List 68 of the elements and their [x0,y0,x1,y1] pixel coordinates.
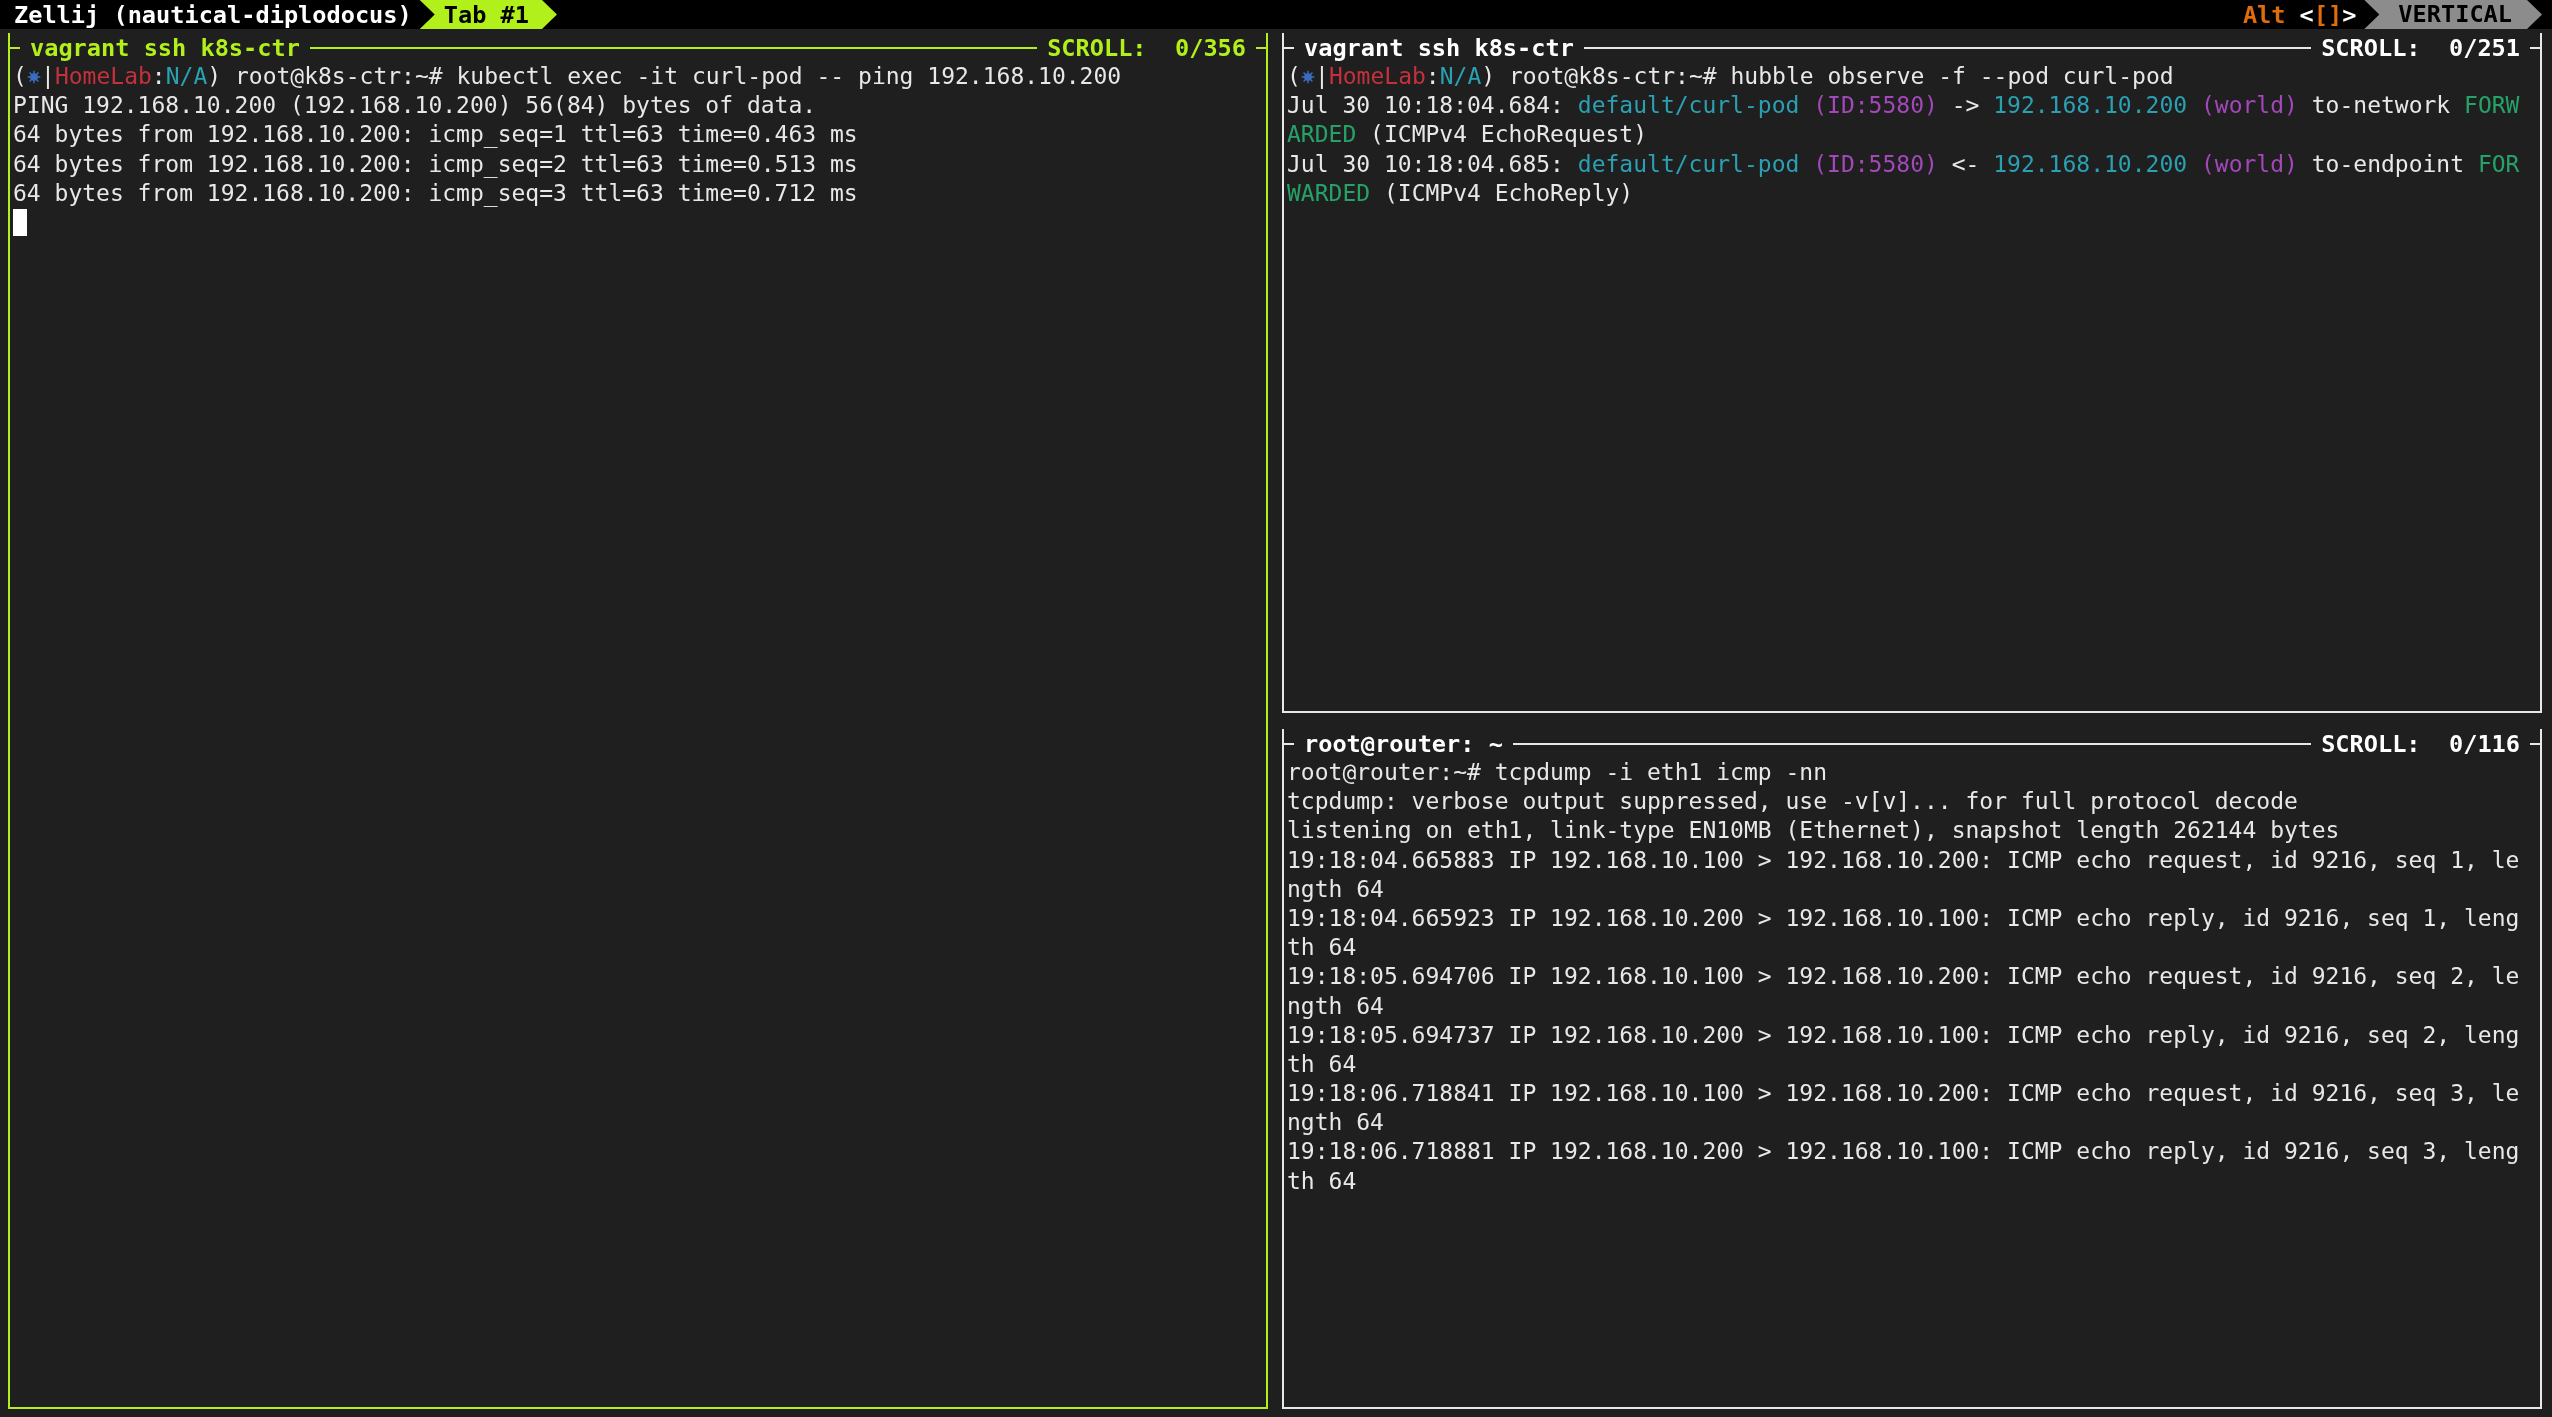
terminal-text: HomeLab [1328,62,1426,91]
terminal-text: ARDED [1287,120,1357,150]
terminal-text: th 64 [1287,1166,1357,1196]
terminal-text: (ID:5580) [1812,149,1938,179]
terminal-text: th 64 [1287,933,1357,963]
terminal-text: ngth 64 [1287,991,1384,1021]
terminal-text: (world) [2199,91,2298,121]
terminal-text: default/curl-pod [1577,91,1800,121]
terminal-text: WARDED [1287,178,1371,208]
terminal-text: | [1315,62,1329,91]
key-hint: Alt [2242,0,2286,29]
terminal-text: (ICMPv4 EchoRequest) [1369,120,1648,150]
terminal-text: FORW [2464,91,2520,121]
scroll-indicator: SCROLL: 0/251 [2320,33,2521,62]
pane-title: vagrant ssh k8s-ctr [1303,33,1575,62]
terminal-text: tcpdump: verbose output suppressed, use -v[v]... for full protocol decode [1287,787,2298,817]
terminal-text: -> [1950,91,1981,121]
terminal-text: PING 192.168.10.200 (192.168.10.200) 56(84) bytes of data. [13,91,817,121]
terminal-text: | [41,62,55,91]
terminal-text: ) root@k8s-ctr:~# hubble observe -f --pod curl-pod [1481,62,2174,91]
terminal-pane[interactable] [1282,729,2542,1409]
terminal-text: 192.168.10.200 [1993,149,2188,179]
terminal-text: <- [1950,149,1981,179]
terminal-text: FOR [2477,149,2520,179]
terminal-text: 19:18:06.718841 IP 192.168.10.100 > 192.168.10.200: ICMP echo request, id 9216, seq 3, le [1287,1079,2520,1109]
terminal-text: default/curl-pod [1577,149,1800,179]
terminal-pane[interactable] [1282,33,2542,713]
terminal-text: 19:18:04.665883 IP 192.168.10.100 > 192.168.10.200: ICMP echo request, id 9216, seq 1, le [1287,845,2520,875]
bracket-hint: > [2342,0,2357,29]
terminal-text: to-network [2310,91,2452,121]
mode-indicator: VERTICAL [2364,0,2542,29]
terminal-text: N/A [165,62,208,91]
terminal-text: (world) [2199,149,2298,179]
terminal-text: (ID:5580) [1812,91,1938,121]
terminal-text: HomeLab [54,62,152,91]
terminal-text: : [151,62,166,91]
terminal-text: ) root@k8s-ctr:~# kubectl exec -it curl-pod -- ping 192.168.10.200 [207,62,1122,91]
terminal-text: 64 bytes from 192.168.10.200: icmp_seq=2 ttl=63 time=0.513 ms [13,149,858,179]
terminal-text: root@router:~# tcpdump -i eth1 icmp -nn [1287,758,1828,787]
bracket-hint: < [2299,0,2314,29]
helm-wheel-icon [26,69,41,84]
terminal-text: : [1425,62,1440,91]
terminal-text: 64 bytes from 192.168.10.200: icmp_seq=3 ttl=63 time=0.712 ms [13,178,858,208]
session-name: Zellij (nautical-diplodocus) [13,0,413,29]
terminal-text: listening on eth1, link-type EN10MB (Ethernet), snapshot length 262144 bytes [1287,816,2340,846]
terminal-text: 19:18:06.718881 IP 192.168.10.200 > 192.168.10.100: ICMP echo reply, id 9216, seq 3, leng [1287,1137,2520,1167]
scroll-indicator: SCROLL: 0/356 [1046,33,1247,62]
terminal-text: 19:18:05.694737 IP 192.168.10.200 > 192.168.10.100: ICMP echo reply, id 9216, seq 2, leng [1287,1020,2520,1050]
terminal-text: ( [1287,62,1301,91]
terminal-text: Jul 30 10:18:04.685: [1287,149,1565,179]
scroll-indicator: SCROLL: 0/116 [2320,729,2521,758]
terminal-text: th 64 [1287,1049,1357,1079]
terminal-text: to-endpoint [2310,149,2466,179]
terminal-text: (ICMPv4 EchoReply) [1382,178,1634,208]
terminal-text: ngth 64 [1287,874,1384,904]
terminal-text: ( [13,62,27,91]
terminal-text: 19:18:04.665923 IP 192.168.10.200 > 192.168.10.100: ICMP echo reply, id 9216, seq 1, leng [1287,903,2520,933]
helm-wheel-icon [1300,69,1315,84]
pane-title: vagrant ssh k8s-ctr [29,33,301,62]
terminal-text: 192.168.10.200 [1993,91,2188,121]
pane-title: root@router: ~ [1303,729,1504,758]
terminal-text: N/A [1439,62,1482,91]
terminal-text: 64 bytes from 192.168.10.200: icmp_seq=1 ttl=63 time=0.463 ms [13,120,858,150]
terminal-text: Jul 30 10:18:04.684: [1287,91,1565,121]
tab[interactable]: Tab #1 [419,0,557,29]
terminal-text: 19:18:05.694706 IP 192.168.10.100 > 192.168.10.200: ICMP echo request, id 9216, seq 2, le [1287,962,2520,992]
terminal-text: ngth 64 [1287,1108,1384,1138]
key-hint: [] [2313,0,2343,29]
